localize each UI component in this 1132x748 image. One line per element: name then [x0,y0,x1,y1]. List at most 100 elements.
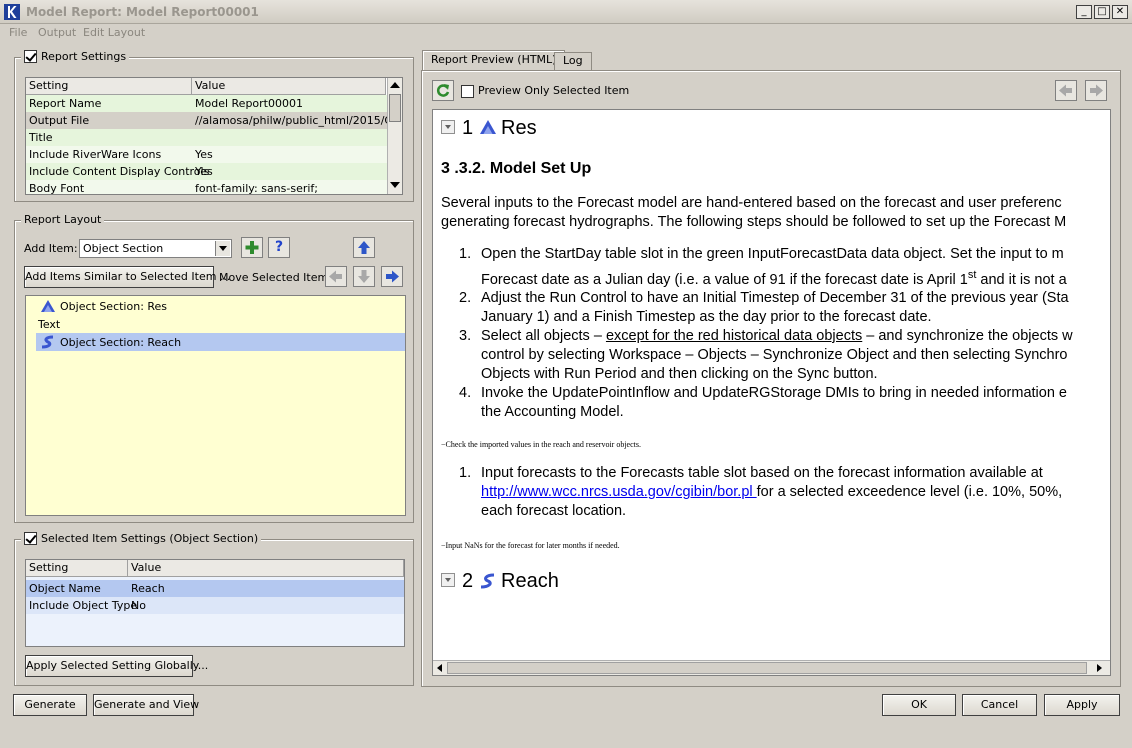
html-preview: 1 Res 3 .3.2. Model Set Up Several input… [432,109,1111,676]
help-button[interactable]: ? [268,237,290,258]
report-layout-title: Report Layout [24,213,102,226]
note-2: −Input NaNs for the forecast for later m… [441,541,620,550]
close-button[interactable]: ✕ [1112,5,1128,19]
move-left-button[interactable] [325,266,347,287]
scroll-up-icon[interactable] [390,82,400,88]
table-row[interactable]: Report Name Model Report00001 [26,95,387,112]
chevron-down-icon[interactable] [215,241,230,256]
riverware-logo-icon [4,4,20,20]
report-settings-scrollbar[interactable] [387,78,402,194]
preview-only-selected-checkbox[interactable] [461,84,474,98]
apply-button[interactable]: Apply [1044,694,1120,716]
column-header-value[interactable]: Value [192,78,386,95]
add-similar-items-button[interactable]: Add Items Similar to Selected Item ... [24,266,230,288]
reach-icon [41,335,54,349]
refresh-button[interactable] [432,80,454,101]
arrow-up-icon [358,241,370,254]
cancel-button[interactable]: Cancel [962,694,1037,716]
column-header-setting[interactable]: Setting [26,560,128,577]
section-heading: 3 .3.2. Model Set Up [441,160,592,177]
column-header-setting[interactable]: Setting [26,78,192,95]
step-1-line-1: Open the StartDay table slot in the gree… [481,246,1064,262]
scroll-left-icon[interactable] [437,664,442,672]
section-2-name: Reach [501,570,559,592]
move-selected-label: Move Selected Item: [219,271,332,284]
forward-button[interactable] [1085,80,1107,101]
window-title: Model Report: Model Report00001 [26,5,259,19]
minimize-button[interactable]: _ [1076,5,1092,19]
layout-item-res[interactable]: Object Section: Res [26,297,405,315]
tab-log[interactable]: Log [554,52,592,70]
reservoir-icon [41,300,55,312]
column-header-value[interactable]: Value [128,560,404,577]
tab-report-preview[interactable]: Report Preview (HTML) [422,50,566,70]
arrow-right-icon [386,270,399,283]
table-row[interactable]: Body Font font-family: sans-serif; [26,180,387,194]
collapse-section-1-button[interactable] [441,120,455,134]
layout-item-reach[interactable]: Object Section: Reach [36,333,405,351]
report-settings-checkbox[interactable] [24,50,37,63]
section-1-name: Res [501,117,537,139]
scroll-right-icon[interactable] [1097,664,1102,672]
report-settings-group: Report Settings Setting Value Report Nam… [14,50,414,202]
scroll-thumb[interactable] [447,662,1087,674]
step-1-line-2: Forecast date as a Julian day (i.e. a va… [481,269,1067,288]
move-right-button[interactable] [381,266,403,287]
add-item-select[interactable]: Object Section [79,239,232,258]
selected-item-settings-table: Setting Value Object Name Reach Include O… [25,559,405,647]
generate-and-view-button[interactable]: Generate and View [93,694,199,716]
report-settings-rows: Report Name Model Report00001 Output File… [26,95,387,194]
title-bar: Model Report: Model Report00001 _ □ ✕ [0,0,1132,24]
report-layout-header: Report Layout [21,213,105,226]
report-settings-title: Report Settings [41,50,127,63]
layout-item-text[interactable]: Text [26,315,405,333]
reach-icon [480,573,495,589]
step-4-line-1: Invoke the UpdatePointInflow and UpdateR… [481,385,1067,401]
table-row[interactable]: Object Name Reach [26,580,404,597]
arrow-left-icon [1059,84,1072,97]
refresh-icon [436,84,450,97]
step-5-line-3: each forecast location. [481,503,627,519]
add-item-button[interactable] [241,237,263,258]
reservoir-icon [480,120,496,134]
preview-only-selected-label: Preview Only Selected Item [478,84,630,97]
step-3-line-2: control by selecting Workspace – Objects… [481,347,1068,363]
plus-icon [245,241,259,254]
menu-output[interactable]: Output [38,26,76,39]
collapse-section-2-button[interactable] [441,573,455,587]
scroll-down-icon[interactable] [390,182,400,188]
preview-horizontal-scrollbar[interactable] [433,660,1110,675]
report-settings-table: Setting Value Report Name Model Report000… [25,77,403,195]
forecast-link[interactable]: http://www.wcc.nrcs.usda.gov/cgibin/bor.… [481,484,757,500]
move-top-button[interactable] [353,237,375,258]
report-layout-group: Report Layout Add Item: Object Section ?… [14,213,414,523]
back-button[interactable] [1055,80,1077,101]
scroll-thumb[interactable] [389,94,401,122]
note-1: −Check the imported values in the reach … [441,440,641,449]
table-row[interactable]: Include Content Display Controls Yes [26,163,387,180]
selected-item-settings-title: Selected Item Settings (Object Section) [41,532,259,545]
move-down-button[interactable] [353,266,375,287]
generate-button[interactable]: Generate [13,694,87,716]
ok-button[interactable]: OK [882,694,956,716]
arrow-down-icon [358,270,370,283]
menu-bar: File Output Edit Layout [0,24,1132,41]
step-number: 2. [459,290,472,306]
table-row[interactable]: Output File//alamosa/philw/public_html/2… [26,112,387,129]
selected-item-settings-header: Selected Item Settings (Object Section) [21,532,262,545]
step-4-line-2: the Accounting Model. [481,404,624,420]
menu-edit-layout[interactable]: Edit Layout [83,26,145,39]
apply-globally-button[interactable]: Apply Selected Setting Globally... [25,655,208,677]
intro-line-1: Several inputs to the Forecast model are… [441,195,1062,211]
maximize-button[interactable]: □ [1094,5,1110,19]
section-1-number: 1 [462,117,474,139]
step-number: 1. [459,246,472,262]
step-5-line-1: Input forecasts to the Forecasts table s… [481,465,1043,481]
intro-line-2: generating forecast hydrographs. The fol… [441,214,1067,230]
table-row[interactable]: Include RiverWare Icons Yes [26,146,387,163]
selected-item-settings-checkbox[interactable] [24,532,37,545]
table-row[interactable]: Title [26,129,387,146]
menu-file[interactable]: File [9,26,27,39]
step-5-line-2: http://www.wcc.nrcs.usda.gov/cgibin/bor.… [481,484,1063,500]
table-row[interactable]: Include Object Type No [26,597,404,614]
